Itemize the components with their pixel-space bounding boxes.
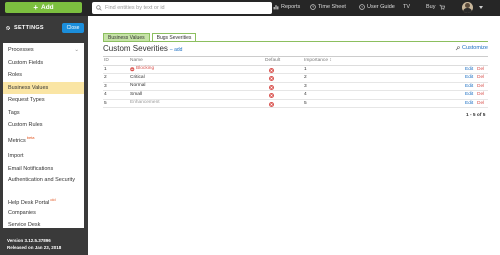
stop-icon — [130, 67, 135, 72]
sidebar-item-help-desk-portal[interactable]: Help Desk Portalold — [3, 194, 84, 207]
sidebar-item-email-notifications[interactable]: Email Notifications — [3, 163, 84, 176]
pagination-info: 1 - 5 of 5 — [466, 113, 486, 118]
release-date: Released on Jan 23, 2018 — [7, 244, 62, 250]
page-title-text: Custom Severities — [103, 44, 168, 53]
table-row: 4 Small 4 Edit Del — [103, 91, 488, 100]
wrench-icon — [455, 45, 460, 50]
sidebar-item-roles[interactable]: Roles — [3, 69, 84, 82]
delete-link[interactable]: Del — [477, 66, 484, 75]
top-bar: + Add Reports Time Sheet ? User Guide TV… — [0, 0, 500, 16]
page-title: Custom Severities – add — [103, 44, 182, 53]
customize-label: Customize — [462, 45, 488, 51]
clock-icon — [310, 4, 316, 10]
plus-icon: + — [33, 2, 39, 12]
row-importance: 5 — [304, 100, 307, 106]
row-id: 4 — [104, 92, 107, 97]
remove-default-icon[interactable] — [269, 76, 274, 81]
row-id: 1 — [104, 66, 107, 72]
delete-link[interactable]: Del — [477, 100, 484, 109]
nav-buy[interactable]: Buy — [426, 4, 446, 10]
column-importance[interactable]: Importance ↕ — [304, 57, 332, 66]
table-header: ID Name Default Importance ↕ — [103, 57, 488, 66]
sidebar-item-import[interactable]: Import — [3, 150, 84, 163]
nav-time-sheet[interactable]: Time Sheet — [310, 4, 346, 10]
delete-link[interactable]: Del — [477, 83, 484, 92]
delete-link[interactable]: Del — [477, 74, 484, 83]
settings-sidebar: SETTINGS Close Processes ⌄ Custom Fields… — [0, 16, 88, 255]
edit-link[interactable]: Edit — [465, 100, 473, 109]
row-name: Enhancement — [130, 100, 160, 105]
table-row: 5 Enhancement 5 Edit Del — [103, 100, 488, 109]
nav-buy-label: Buy — [426, 4, 436, 10]
cart-icon — [440, 4, 446, 10]
nav-user-guide-label: User Guide — [367, 4, 395, 10]
nav-reports-label: Reports — [281, 4, 301, 10]
question-icon: ? — [359, 4, 365, 10]
customize-link[interactable]: Customize — [455, 45, 488, 51]
sidebar-item-metrics[interactable]: Metricsbeta — [3, 132, 84, 145]
edit-link[interactable]: Edit — [465, 74, 473, 83]
gear-icon — [5, 25, 11, 31]
table-row: 1 Blocking 1 Edit Del — [103, 66, 488, 75]
table-row: 2 Critical 2 Edit Del — [103, 74, 488, 83]
svg-text:?: ? — [361, 5, 363, 9]
search-input[interactable] — [105, 5, 265, 11]
sidebar-item-tags[interactable]: Tags — [3, 107, 84, 120]
nav-reports[interactable]: Reports — [273, 4, 300, 10]
row-name: Blocking — [130, 66, 154, 74]
search-box[interactable] — [92, 2, 272, 14]
sidebar-item-processes[interactable]: Processes ⌄ — [3, 44, 84, 57]
sidebar-item-custom-fields[interactable]: Custom Fields — [3, 57, 84, 70]
nav-tv[interactable]: TV — [403, 4, 410, 10]
sidebar-item-companies[interactable]: Companies — [3, 207, 84, 220]
row-name: Normal — [130, 83, 146, 88]
remove-default-icon[interactable] — [269, 101, 274, 107]
beta-badge: beta — [26, 134, 35, 140]
sidebar-item-business-values[interactable]: Business Values — [3, 81, 84, 94]
nav-tv-label: TV — [403, 4, 411, 10]
bar-chart-icon — [273, 5, 279, 10]
remove-default-icon[interactable] — [269, 84, 274, 90]
table-row: 3 Normal 3 Edit Del — [103, 83, 488, 92]
nav-time-sheet-label: Time Sheet — [318, 4, 346, 10]
row-id: 2 — [104, 75, 107, 80]
row-importance: 4 — [304, 92, 307, 97]
row-importance: 1 — [304, 66, 307, 72]
row-name: Critical — [130, 74, 145, 80]
edit-link[interactable]: Edit — [465, 91, 473, 100]
search-icon — [96, 5, 102, 11]
row-id: 5 — [104, 100, 107, 106]
row-id: 3 — [104, 83, 107, 89]
user-menu-caret-icon[interactable] — [479, 6, 483, 9]
close-button[interactable]: Close — [62, 23, 84, 33]
row-name: Small — [130, 91, 142, 97]
chevron-down-icon: ⌄ — [74, 47, 79, 53]
remove-default-icon[interactable] — [269, 93, 274, 98]
edit-link[interactable]: Edit — [465, 66, 473, 75]
sidebar-item-request-types[interactable]: Request Types — [3, 94, 84, 107]
old-badge: old — [50, 197, 56, 202]
remove-default-icon[interactable] — [269, 67, 274, 73]
row-importance: 2 — [304, 75, 307, 80]
version-info: Version 3.12.5.37896 Released on Jan 23,… — [7, 238, 61, 251]
nav-user-guide[interactable]: ? User Guide — [359, 4, 395, 10]
settings-menu: Processes ⌄ Custom Fields Roles Business… — [3, 43, 84, 228]
column-default[interactable]: Default — [265, 57, 280, 66]
add-button[interactable]: + Add — [5, 2, 82, 13]
sidebar-item-service-desk[interactable]: Service Desk — [3, 219, 84, 232]
row-importance: 3 — [304, 83, 307, 89]
settings-title: SETTINGS — [14, 25, 44, 31]
sidebar-item-authentication-security[interactable]: Authentication and Security — [3, 175, 84, 194]
user-avatar[interactable] — [462, 2, 473, 13]
column-name[interactable]: Name — [130, 57, 143, 65]
add-button-label: Add — [41, 4, 54, 11]
delete-link[interactable]: Del — [477, 91, 484, 100]
edit-link[interactable]: Edit — [465, 83, 473, 92]
tab-underline — [103, 41, 488, 42]
severities-table: ID Name Default Importance ↕ 1 Blocking … — [103, 57, 488, 108]
sidebar-item-custom-rules[interactable]: Custom Rules — [3, 119, 84, 132]
add-severity-link[interactable]: – add — [170, 47, 183, 53]
column-id[interactable]: ID — [104, 57, 109, 66]
